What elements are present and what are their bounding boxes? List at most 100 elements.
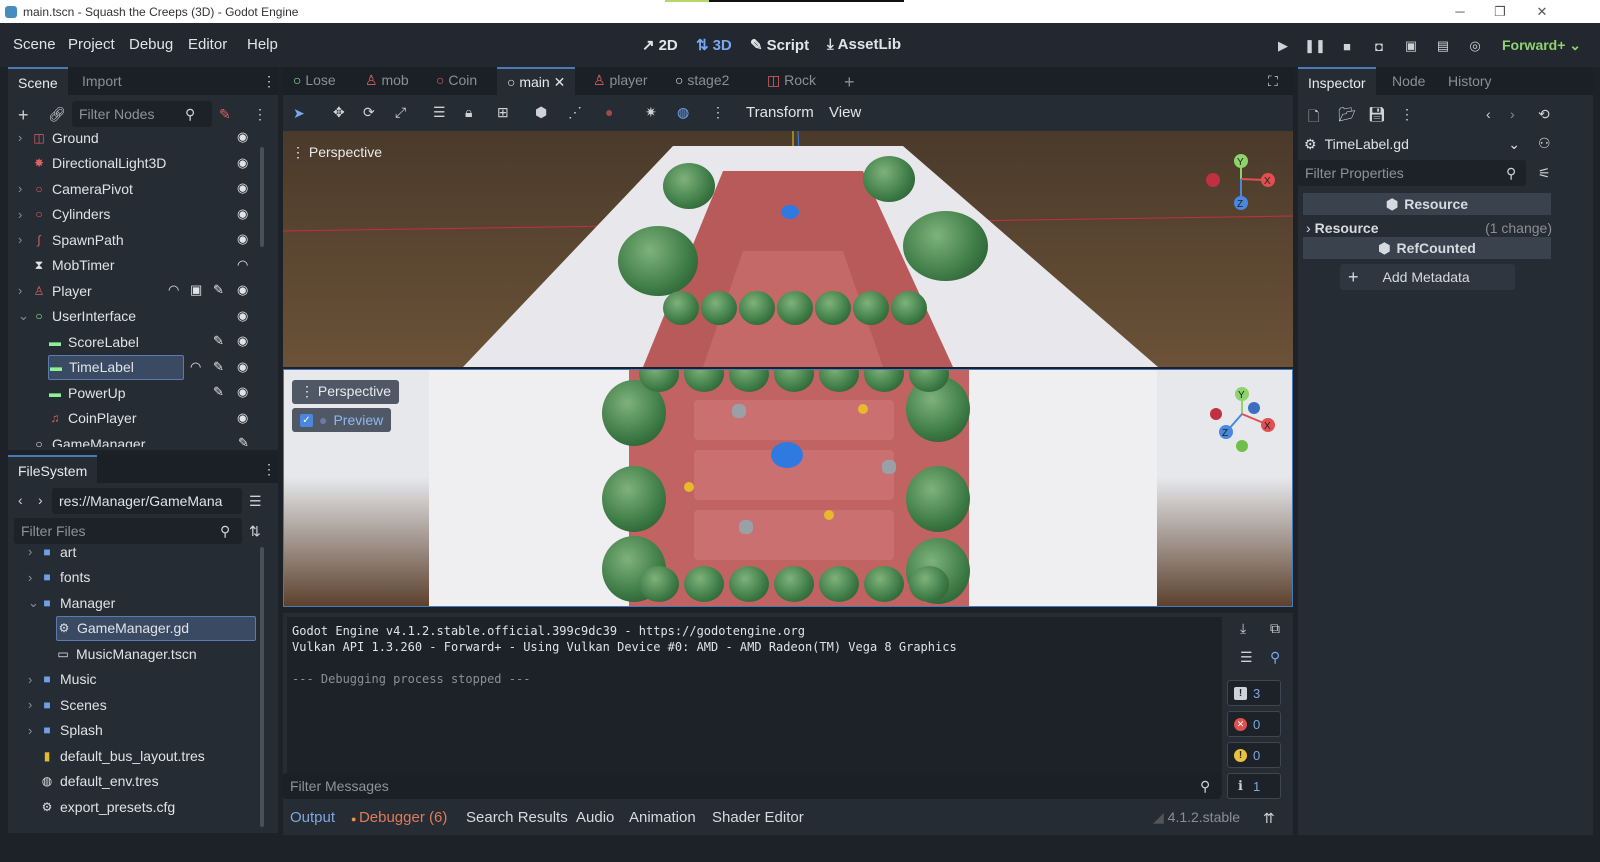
group-icon[interactable]: ⊞ [497,104,509,121]
add-scene-icon[interactable]: + [844,72,855,93]
edited-resource-select[interactable]: ⚙ TimeLabel.gd ⌄ [1304,131,1526,157]
view-menu[interactable]: View [829,104,861,121]
checkbox-icon[interactable]: ✓ [300,413,313,427]
scale-mode-icon[interactable]: ⤢ [395,104,406,121]
menu-editor[interactable]: Editor [188,36,227,53]
filter-messages-toggle[interactable]: ! 3 [1227,680,1281,706]
scene-tab[interactable]: ○ Lose [283,67,346,95]
sort-icon[interactable]: ⇅ [249,523,261,540]
axis-gizmo-bottom[interactable]: Y X Z [1202,384,1282,464]
bottom-tab[interactable]: Search Results [466,809,568,826]
expand-arrow-icon[interactable]: › [18,130,22,145]
main-screen-3d[interactable]: ⇅ 3D [696,36,732,55]
split-view-icon[interactable]: ☰ [249,493,262,510]
script-icon[interactable]: ✎ [213,384,224,400]
open-resource-icon[interactable]: 📂︎ [1338,106,1356,123]
menu-help[interactable]: Help [247,36,278,53]
dock-menu-icon[interactable]: ⋮ [262,461,276,478]
scene-menu-icon[interactable]: ⋮ [253,106,267,123]
expand-arrow-icon[interactable]: › [28,570,32,585]
output-log[interactable]: Godot Engine v4.1.2.stable.official.399c… [287,617,1222,795]
camera-override-icon[interactable]: ● [605,104,613,120]
folder-item[interactable]: › ■ art [28,543,76,564]
file-item[interactable]: ▭ MusicManager.tscn [56,641,196,666]
history-back-icon[interactable]: ‹ [1486,106,1491,122]
menu-debug[interactable]: Debug [129,36,173,53]
tab-scene[interactable]: Scene [8,67,68,95]
new-resource-icon[interactable]: 🗋︎ [1308,106,1319,130]
section-resource[interactable]: ⬢ Resource [1303,193,1551,215]
expand-arrow-icon[interactable]: ⌄ [28,595,39,611]
filter-errors-toggle[interactable]: ✕ 0 [1227,711,1281,737]
script-icon[interactable]: ✎ [213,333,224,349]
history-forward-icon[interactable]: › [1510,106,1515,122]
tab-node[interactable]: Node [1382,67,1435,95]
visibility-eye-icon[interactable]: ◉ [237,359,248,375]
copy-icon[interactable]: ⧉ [1270,620,1280,637]
node-info-icon[interactable]: ⚇ [1538,135,1551,152]
search-icon[interactable]: ⚲ [1270,649,1280,666]
scene-tree-item[interactable]: ▬ ScoreLabel [48,329,139,354]
resource-property-row[interactable]: › Resource (1 change) [1306,218,1552,238]
main-screen-2d[interactable]: ↗ 2D [642,36,678,55]
file-item[interactable]: ⚙ GameManager.gd [56,615,256,641]
scene-tree-item[interactable]: › ♙ Player [18,278,92,303]
script-icon[interactable]: ✎ [238,435,249,447]
visibility-eye-icon[interactable]: ◉ [237,231,248,247]
scene-tree-item[interactable]: ♫ CoinPlayer [48,406,137,431]
visibility-eye-icon[interactable]: ◉ [237,308,248,324]
viewport-bottom[interactable]: ⋮ Perspective ✓ ● Preview Y X Z [283,369,1293,607]
close-window-button[interactable]: ✕ [1522,0,1562,23]
main-screen-assetlib[interactable]: ⤓ AssetLib [827,36,901,53]
visibility-eye-icon[interactable]: ◉ [237,155,248,171]
minimize-button[interactable]: ─ [1440,0,1480,23]
path-field[interactable]: res://Manager/GameMana [52,488,242,514]
save-resource-icon[interactable]: 💾︎ [1368,106,1386,123]
scene-tree-item[interactable]: › ○ Cylinders [18,202,110,227]
file-item[interactable]: ⚙ export_presets.cfg [40,794,176,819]
preview-toggle[interactable]: ✓ ● Preview [292,408,392,432]
object-history-icon[interactable]: ⟲ [1538,106,1550,123]
filter-properties-input[interactable]: Filter Properties [1298,160,1526,186]
main-screen-script[interactable]: ✎ Script [750,36,809,55]
expand-arrow-icon[interactable]: › [28,697,32,712]
link-icon[interactable]: 🔗︎ [48,106,66,123]
signal-icon[interactable]: ◠ [237,257,248,273]
resource-menu-icon[interactable]: ⋮ [1400,106,1414,123]
add-node-icon[interactable]: + [18,105,29,126]
filter-files-input[interactable]: Filter Files [14,518,242,544]
distraction-free-icon[interactable]: ⛶ [1268,73,1278,90]
scene-tree-item[interactable]: ✸ DirectionalLight3D [32,151,166,176]
tab-history[interactable]: History [1438,67,1502,95]
group-icon[interactable]: ▣ [190,282,202,298]
scene-tree-item[interactable]: ⌄ ○ UserInterface [18,304,136,329]
dock-menu-icon[interactable]: ⋮ [262,73,276,90]
scene-tree-item[interactable]: › ∫ SpawnPath [18,227,124,252]
expand-arrow-icon[interactable]: › [18,283,22,298]
script-icon[interactable]: ✎ [213,282,224,298]
play-scene-icon[interactable]: ▣ [1402,37,1420,55]
viewport-perspective-menu-bottom[interactable]: ⋮ Perspective [292,380,400,404]
snap-icon[interactable]: ⋰ [568,104,582,121]
scene-tab[interactable]: ♙ player [583,67,658,95]
bottom-tab[interactable]: Animation [629,809,696,826]
select-mode-icon[interactable]: ➤ [293,105,305,122]
scene-tree-item[interactable]: › ◫ Ground [18,129,99,150]
section-refcounted[interactable]: ⬢ RefCounted [1303,237,1551,259]
expand-arrow-icon[interactable]: › [28,544,32,559]
attach-script-icon[interactable]: ✎ [219,106,231,123]
list-select-icon[interactable]: ☰ [433,104,446,121]
folder-item[interactable]: ⌄ ■ Manager [28,590,115,615]
visibility-eye-icon[interactable]: ◉ [237,206,248,222]
add-metadata-button[interactable]: + Add Metadata [1340,264,1515,290]
movie-maker-icon[interactable]: ◎ [1466,37,1484,55]
expand-arrow-icon[interactable]: › [18,207,22,222]
scene-tab[interactable]: ◫ Rock [757,67,826,95]
renderer-select[interactable]: Forward+ ⌄ [1502,37,1581,54]
play-custom-scene-icon[interactable]: ▤ [1434,37,1452,55]
tab-inspector[interactable]: Inspector [1298,67,1376,95]
scene-tree-item[interactable]: ▬ TimeLabel [48,354,184,380]
file-item[interactable]: ▮ default_bus_layout.tres [40,743,205,768]
local-space-icon[interactable]: ⬢ [535,104,547,121]
menu-scene[interactable]: Scene [13,36,56,53]
